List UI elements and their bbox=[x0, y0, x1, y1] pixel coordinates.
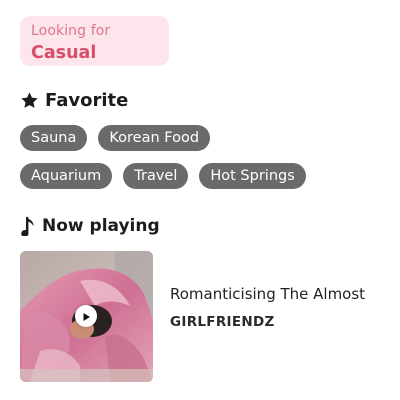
favorite-chip: Aquarium bbox=[20, 163, 113, 189]
profile-details-panel: Looking for Casual Favorite Sauna Korean… bbox=[0, 0, 400, 400]
play-icon bbox=[81, 307, 91, 326]
favorite-chip: Hot Springs bbox=[199, 163, 306, 189]
play-button[interactable] bbox=[75, 305, 97, 327]
looking-for-label: Looking for bbox=[31, 23, 111, 39]
track-artist: GIRLFRIENDZ bbox=[170, 314, 275, 330]
favorite-chips-row-1: Sauna Korean Food bbox=[20, 125, 211, 151]
track-title: Romanticising The Almost bbox=[170, 285, 366, 303]
favorite-chip: Korean Food bbox=[98, 125, 211, 151]
now-playing-heading-label: Now playing bbox=[42, 216, 160, 236]
favorite-heading-label: Favorite bbox=[45, 89, 129, 111]
star-icon bbox=[20, 91, 39, 110]
favorite-chip: Travel bbox=[123, 163, 189, 189]
music-note-icon bbox=[20, 216, 36, 236]
now-playing-heading: Now playing bbox=[20, 214, 160, 238]
favorite-heading: Favorite bbox=[20, 88, 128, 112]
favorite-chips-row-2: Aquarium Travel Hot Springs bbox=[20, 163, 306, 189]
favorite-chip: Sauna bbox=[20, 125, 88, 151]
looking-for-value: Casual bbox=[31, 43, 97, 63]
looking-for-card: Looking for Casual bbox=[20, 16, 169, 66]
